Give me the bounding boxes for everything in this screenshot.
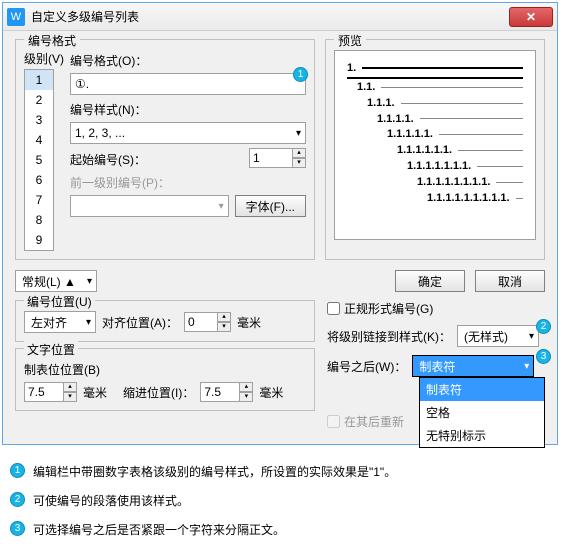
spin-down-icon[interactable]: ▾ bbox=[217, 322, 231, 332]
dialog-body: 编号格式 级别(V) 123456789 编号格式(O)： ①. 1 编号样式(… bbox=[3, 31, 557, 444]
spin-down-icon[interactable]: ▾ bbox=[239, 392, 253, 402]
position-group: 编号位置(U) 左对齐 对齐位置(A)： ▴▾ 毫米 bbox=[15, 300, 315, 342]
prev-level-combo bbox=[70, 195, 229, 217]
indent-input[interactable] bbox=[200, 382, 240, 402]
link-style-label: 将级别链接到样式(K)： bbox=[327, 328, 451, 345]
after-num-label: 编号之后(W)： bbox=[327, 358, 406, 375]
level-list[interactable]: 123456789 bbox=[24, 69, 54, 251]
formal-checkbox[interactable]: 正规形式编号(G) bbox=[327, 300, 545, 317]
link-style-combo[interactable]: (无样式) bbox=[457, 325, 539, 347]
start-at-spinner[interactable]: ▴▾ bbox=[249, 148, 306, 168]
badge-2-icon: 2 bbox=[536, 319, 551, 334]
num-style-label: 编号样式(N)： bbox=[70, 101, 306, 118]
formal-checkbox-input[interactable] bbox=[327, 302, 340, 315]
footnotes: 1 编辑栏中带圈数字表格该级别的编号样式，所设置的实际效果是"1"。 2 可使编号的… bbox=[2, 463, 560, 538]
num-style-combo[interactable]: 1, 2, 3, ... bbox=[70, 122, 306, 144]
level-item[interactable]: 2 bbox=[25, 90, 53, 110]
ok-button[interactable]: 确定 bbox=[395, 270, 465, 292]
restart-checkbox-input bbox=[327, 415, 340, 428]
note-badge-3-icon: 3 bbox=[10, 521, 25, 536]
num-format-input[interactable]: ①. bbox=[70, 73, 306, 95]
text-group-title: 文字位置 bbox=[24, 341, 78, 358]
note-2: 可使编号的段落使用该样式。 bbox=[33, 492, 189, 509]
tab-spinner[interactable]: ▴▾ bbox=[24, 382, 77, 402]
level-item[interactable]: 8 bbox=[25, 210, 53, 230]
close-button[interactable]: ✕ bbox=[509, 7, 553, 27]
badge-3-icon: 3 bbox=[536, 349, 551, 364]
level-item[interactable]: 5 bbox=[25, 150, 53, 170]
preview-box: 1.1.1.1.1.1.1.1.1.1.1.1.1.1.1.1.1.1.1.1.… bbox=[334, 50, 536, 240]
level-item[interactable]: 7 bbox=[25, 190, 53, 210]
note-1: 编辑栏中带圈数字表格该级别的编号样式，所设置的实际效果是"1"。 bbox=[33, 463, 396, 480]
note-badge-1-icon: 1 bbox=[10, 463, 25, 478]
level-item[interactable]: 1 bbox=[25, 70, 53, 90]
tab-input[interactable] bbox=[24, 382, 64, 402]
format-group: 编号格式 级别(V) 123456789 编号格式(O)： ①. 1 编号样式(… bbox=[15, 39, 315, 260]
align-unit: 毫米 bbox=[237, 314, 261, 331]
after-num-dropdown[interactable]: 制表符空格无特别标示 bbox=[419, 377, 545, 448]
start-at-input[interactable] bbox=[249, 148, 293, 168]
dialog-window: W 自定义多级编号列表 ✕ 编号格式 级别(V) 123456789 编号格式(… bbox=[2, 2, 558, 445]
spin-up-icon[interactable]: ▴ bbox=[292, 148, 306, 158]
align-pos-label: 对齐位置(A)： bbox=[102, 314, 178, 331]
normal-button[interactable]: 常规(L) ▲ bbox=[15, 270, 97, 292]
titlebar: W 自定义多级编号列表 ✕ bbox=[3, 3, 557, 31]
font-button[interactable]: 字体(F)... bbox=[235, 195, 306, 217]
text-position-group: 文字位置 制表位位置(B) ▴▾ 毫米 缩进位置(I)： ▴▾ 毫 bbox=[15, 348, 315, 411]
format-group-title: 编号格式 bbox=[24, 32, 80, 49]
align-pos-input[interactable] bbox=[184, 312, 218, 332]
start-at-label: 起始编号(S)： bbox=[70, 151, 243, 168]
spin-up-icon[interactable]: ▴ bbox=[63, 382, 77, 392]
restart-label: 在其后重新 bbox=[344, 413, 404, 430]
indent-spinner[interactable]: ▴▾ bbox=[200, 382, 253, 402]
app-icon: W bbox=[7, 8, 25, 26]
level-item[interactable]: 6 bbox=[25, 170, 53, 190]
tab-label: 制表位位置(B) bbox=[24, 361, 306, 378]
dropdown-item[interactable]: 空格 bbox=[420, 401, 544, 424]
spin-down-icon[interactable]: ▾ bbox=[292, 158, 306, 168]
dropdown-item[interactable]: 无特别标示 bbox=[420, 424, 544, 447]
align-combo[interactable]: 左对齐 bbox=[24, 311, 96, 333]
indent-unit: 毫米 bbox=[259, 384, 283, 401]
formal-label: 正规形式编号(G) bbox=[344, 300, 433, 317]
align-pos-spinner[interactable]: ▴▾ bbox=[184, 312, 231, 332]
badge-1-icon: 1 bbox=[293, 67, 308, 82]
after-num-combo[interactable]: 制表符 bbox=[412, 355, 534, 377]
level-item[interactable]: 4 bbox=[25, 130, 53, 150]
level-item[interactable]: 3 bbox=[25, 110, 53, 130]
note-badge-2-icon: 2 bbox=[10, 492, 25, 507]
preview-group-title: 预览 bbox=[334, 32, 366, 49]
spin-up-icon[interactable]: ▴ bbox=[217, 312, 231, 322]
num-format-label: 编号格式(O)： bbox=[70, 52, 306, 69]
note-3: 可选择编号之后是否紧跟一个字符来分隔正文。 bbox=[33, 521, 285, 538]
indent-label: 缩进位置(I)： bbox=[123, 384, 194, 401]
window-title: 自定义多级编号列表 bbox=[31, 8, 509, 25]
position-group-title: 编号位置(U) bbox=[24, 293, 95, 310]
level-item[interactable]: 9 bbox=[25, 230, 53, 250]
spin-up-icon[interactable]: ▴ bbox=[239, 382, 253, 392]
tab-unit: 毫米 bbox=[83, 384, 107, 401]
preview-group: 预览 1.1.1.1.1.1.1.1.1.1.1.1.1.1.1.1.1.1.1… bbox=[325, 39, 545, 260]
cancel-button[interactable]: 取消 bbox=[475, 270, 545, 292]
level-label: 级别(V) bbox=[24, 50, 64, 67]
prev-level-label: 前一级别编号(P)： bbox=[70, 174, 306, 191]
spin-down-icon[interactable]: ▾ bbox=[63, 392, 77, 402]
dropdown-item[interactable]: 制表符 bbox=[420, 378, 544, 401]
